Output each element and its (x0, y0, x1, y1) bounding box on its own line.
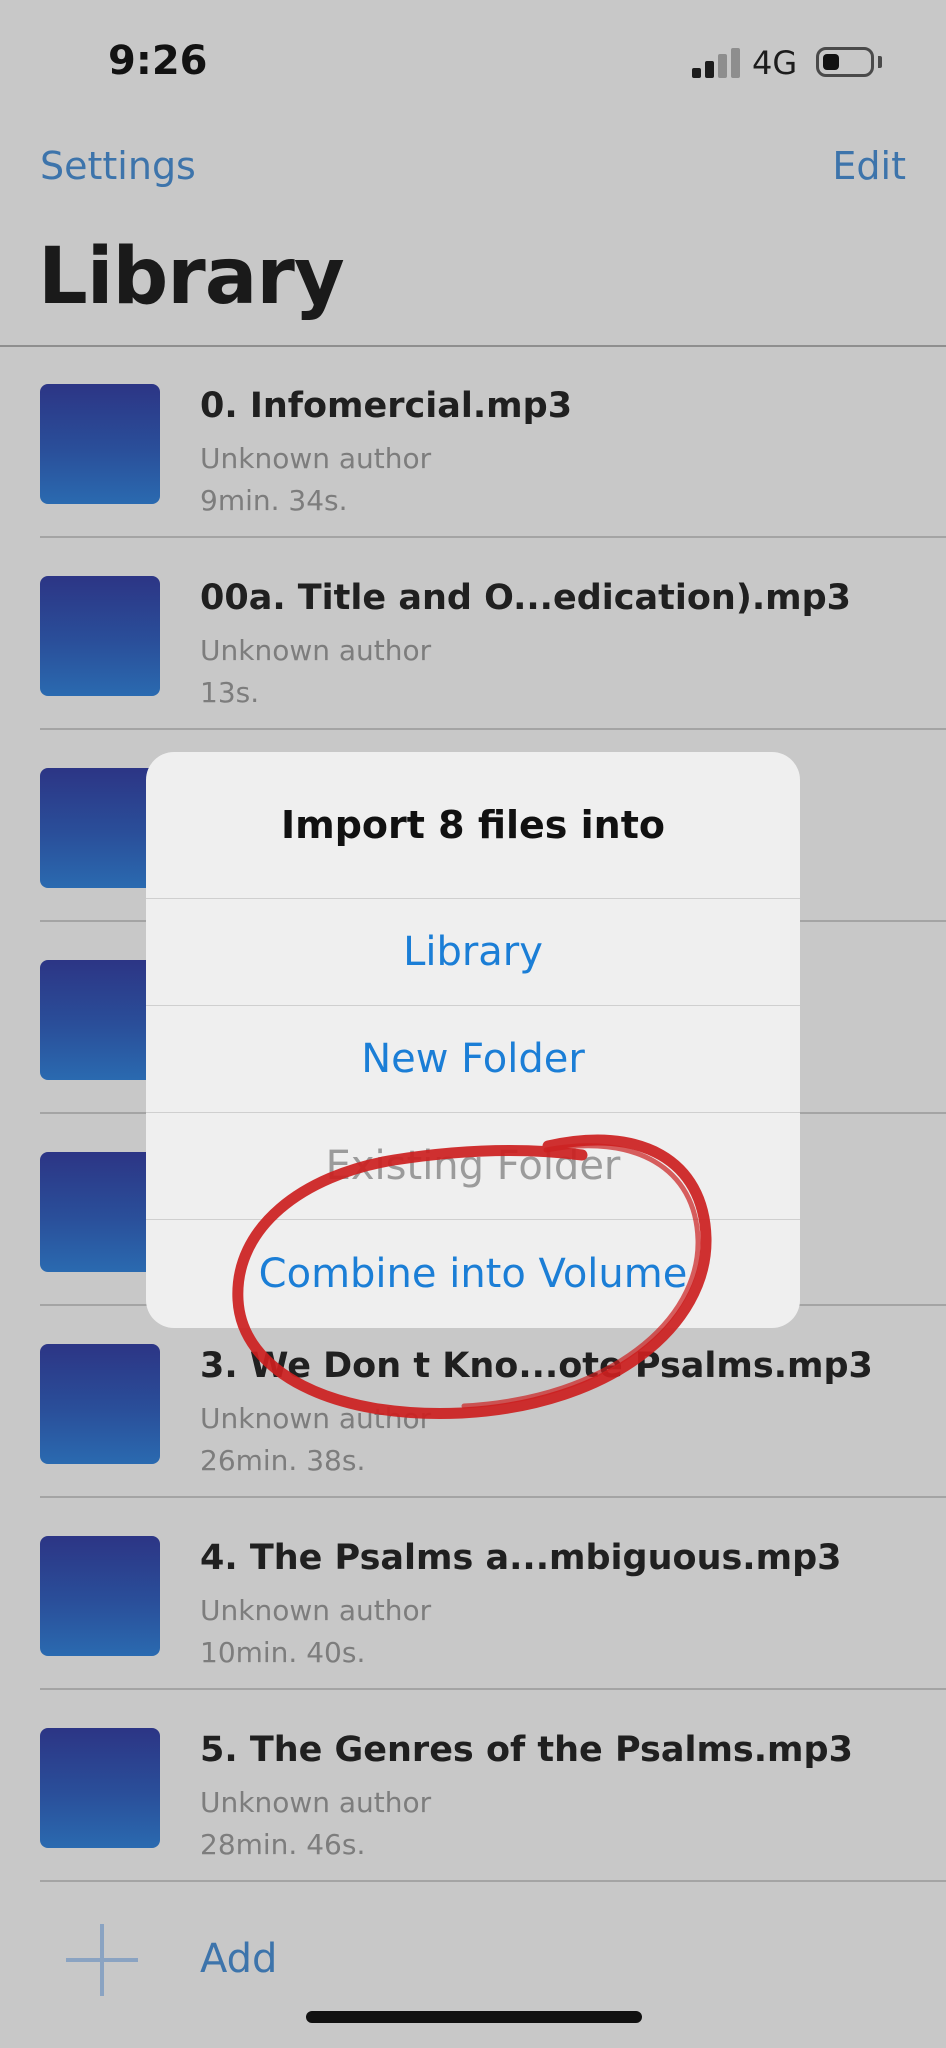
item-duration: 9min. 34s. (200, 484, 348, 517)
library-item[interactable]: 5. The Genres of the Psalms.mp3 Unknown … (0, 1690, 946, 1882)
item-title: 3. We Don t Kno...ote Psalms.mp3 (200, 1346, 873, 1386)
item-author: Unknown author (200, 1786, 432, 1819)
audiobook-artwork (40, 1344, 160, 1464)
library-item[interactable]: 4. The Psalms a...mbiguous.mp3 Unknown a… (0, 1498, 946, 1690)
item-duration: 28min. 46s. (200, 1828, 366, 1861)
item-author: Unknown author (200, 1402, 432, 1435)
item-title: 00a. Title and O...edication).mp3 (200, 578, 851, 618)
page-title: Library (38, 232, 345, 322)
audiobook-artwork (40, 960, 160, 1080)
import-library-button[interactable]: Library (146, 898, 800, 1005)
item-title: 4. The Psalms a...mbiguous.mp3 (200, 1538, 842, 1578)
library-item[interactable]: 3. We Don t Kno...ote Psalms.mp3 Unknown… (0, 1306, 946, 1498)
audiobook-artwork (40, 1728, 160, 1848)
audiobook-artwork (40, 384, 160, 504)
edit-button[interactable]: Edit (832, 144, 906, 188)
battery-icon (816, 47, 874, 77)
item-title: 0. Infomercial.mp3 (200, 386, 573, 426)
settings-button[interactable]: Settings (40, 144, 196, 188)
network-type: 4G (752, 44, 798, 82)
plus-icon[interactable] (66, 1924, 138, 1996)
library-item[interactable]: 00a. Title and O...edication).mp3 Unknow… (0, 538, 946, 730)
combine-into-volume-button[interactable]: Combine into Volume (146, 1219, 800, 1328)
status-time: 9:26 (108, 38, 208, 84)
status-bar: 9:26 4G (0, 0, 946, 120)
item-author: Unknown author (200, 442, 432, 475)
audiobook-artwork (40, 576, 160, 696)
item-duration: 10min. 40s. (200, 1636, 366, 1669)
home-indicator (306, 2011, 642, 2023)
item-author: Unknown author (200, 634, 432, 667)
battery-tip (878, 56, 882, 68)
row-divider (40, 1880, 946, 1882)
item-duration: 13s. (200, 676, 260, 709)
add-button[interactable]: Add (200, 1936, 277, 1982)
dialog-title: Import 8 files into (280, 803, 665, 847)
audiobook-artwork (40, 768, 160, 888)
item-author: Unknown author (200, 1594, 432, 1627)
existing-folder-button: Existing Folder (146, 1112, 800, 1219)
import-dialog: Import 8 files into Library New Folder E… (146, 752, 800, 1328)
library-item[interactable]: 0. Infomercial.mp3 Unknown author 9min. … (0, 346, 946, 538)
new-folder-button[interactable]: New Folder (146, 1005, 800, 1112)
item-duration: 26min. 38s. (200, 1444, 366, 1477)
item-title: 5. The Genres of the Psalms.mp3 (200, 1730, 853, 1770)
audiobook-artwork (40, 1536, 160, 1656)
audiobook-artwork (40, 1152, 160, 1272)
cellular-signal-icon (692, 48, 740, 78)
